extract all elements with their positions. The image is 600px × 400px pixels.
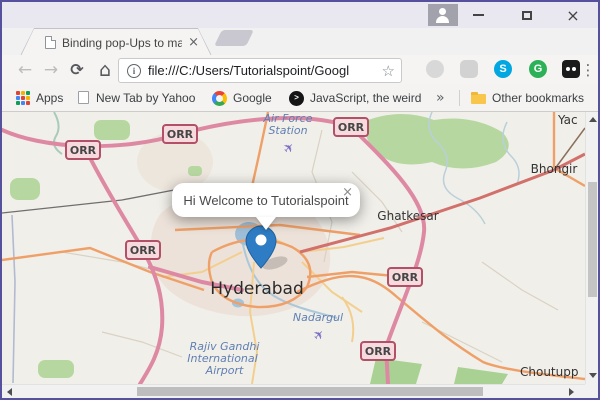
- scrollbar-corner: [585, 384, 598, 397]
- town-label-bhongir: Bhongir: [530, 162, 578, 176]
- bookmark-apps[interactable]: Apps: [36, 84, 63, 111]
- extension-icon-1[interactable]: [426, 60, 444, 78]
- aero-label-airport-line3: Airport: [205, 364, 244, 377]
- bookmarks-overflow-icon[interactable]: »: [436, 84, 445, 111]
- horizontal-scrollbar[interactable]: [2, 384, 585, 397]
- vertical-scroll-thumb[interactable]: [588, 182, 597, 297]
- vertical-scrollbar[interactable]: [585, 112, 598, 384]
- address-bar[interactable]: i file:///C:/Users/Tutorialspoint/Googl …: [118, 58, 402, 83]
- bookmark-star-icon[interactable]: ☆: [382, 62, 395, 80]
- city-label-hyderabad: Hyderabad: [210, 279, 304, 299]
- aero-label-station: Station: [268, 124, 308, 137]
- other-bookmarks[interactable]: Other bookmarks: [492, 84, 584, 111]
- dark-extension-icon[interactable]: [562, 60, 580, 78]
- window-minimize-button[interactable]: [463, 2, 493, 28]
- extension-icon-2[interactable]: [460, 60, 478, 78]
- orr-road-badge: ORR: [125, 240, 161, 260]
- bookmarks-divider: [459, 90, 460, 106]
- horizontal-scroll-thumb[interactable]: [137, 387, 483, 396]
- tab-close-icon[interactable]: ×: [188, 36, 199, 49]
- person-icon: [439, 8, 446, 15]
- popup-tail: [256, 217, 276, 230]
- window-maximize-button[interactable]: [512, 2, 542, 28]
- scroll-left-arrow[interactable]: [7, 388, 12, 396]
- new-tab-button[interactable]: [214, 30, 254, 46]
- bookmark-page-icon: [78, 91, 89, 104]
- map-viewport[interactable]: ORR ORR ORR ORR ORR ORR Hyderabad Ghatke…: [2, 112, 585, 384]
- popup-close-icon[interactable]: ×: [342, 185, 353, 200]
- minimize-icon: [472, 14, 484, 16]
- url-text[interactable]: file:///C:/Users/Tutorialspoint/Googl: [148, 63, 375, 78]
- airplane-icon: ✈: [309, 326, 329, 345]
- bookmark-yahoo[interactable]: New Tab by Yahoo: [96, 84, 195, 111]
- grammarly-extension-icon[interactable]: G: [529, 60, 547, 78]
- orr-road-badge: ORR: [162, 124, 198, 144]
- scroll-up-arrow[interactable]: [589, 117, 597, 122]
- javascript-bookmark-icon: >: [289, 91, 304, 106]
- info-icon[interactable]: i: [127, 63, 141, 78]
- window-close-button[interactable]: ×: [558, 2, 588, 28]
- apps-grid-icon[interactable]: [16, 91, 30, 105]
- skype-extension-icon[interactable]: S: [494, 60, 512, 78]
- airplane-icon: ✈: [279, 139, 299, 158]
- scroll-down-arrow[interactable]: [589, 373, 597, 378]
- browser-tab[interactable]: Binding pop-Ups to mark ×: [20, 28, 212, 56]
- page-favicon-icon: [45, 36, 56, 49]
- orr-road-badge: ORR: [387, 267, 423, 287]
- scroll-right-arrow[interactable]: [569, 388, 574, 396]
- town-label-ghatkesar: Ghatkesar: [377, 209, 439, 223]
- google-g-icon: [212, 91, 227, 106]
- bookmark-google[interactable]: Google: [233, 84, 272, 111]
- bookmark-javascript[interactable]: JavaScript, the weird: [310, 84, 421, 111]
- orr-road-badge: ORR: [333, 117, 369, 137]
- map-popup: Hi Welcome to Tutorialspoint ×: [172, 183, 360, 230]
- popup-message: Hi Welcome to Tutorialspoint: [183, 192, 349, 208]
- browser-window: Binding pop-Ups to mark × × ← → ⟳ ⌂ i fi…: [0, 0, 600, 400]
- town-label-choutupp: Choutupp: [520, 365, 579, 379]
- profile-button[interactable]: [428, 4, 458, 26]
- orr-road-badge: ORR: [360, 341, 396, 361]
- aero-label-nadargul: Nadargul: [292, 311, 344, 324]
- title-bar: [2, 2, 598, 28]
- other-bookmarks-folder-icon: [471, 92, 486, 104]
- back-button[interactable]: ←: [12, 55, 38, 84]
- home-button[interactable]: ⌂: [92, 55, 118, 84]
- chrome-menu-icon[interactable]: ⋮: [579, 55, 597, 84]
- town-label-yac: Yac: [558, 113, 578, 127]
- map-marker[interactable]: [245, 225, 293, 272]
- refresh-button[interactable]: ⟳: [64, 55, 90, 84]
- orr-road-badge: ORR: [65, 140, 101, 160]
- forward-button[interactable]: →: [38, 55, 64, 84]
- maximize-icon: [522, 10, 532, 20]
- tab-title: Binding pop-Ups to mark: [62, 35, 183, 50]
